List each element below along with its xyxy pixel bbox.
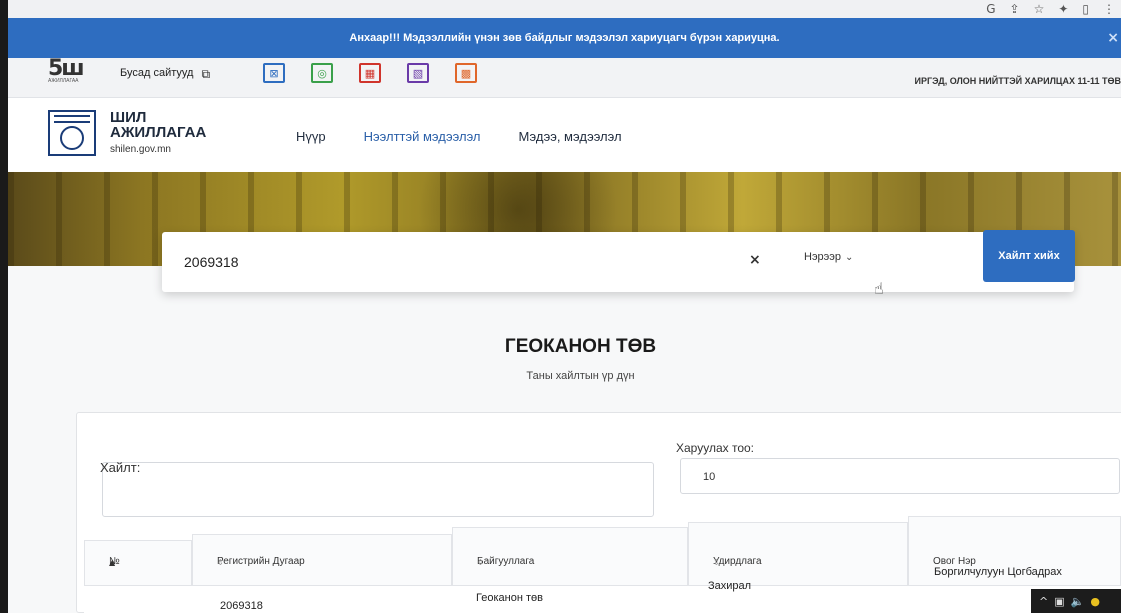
page-size-input[interactable]: 10 bbox=[680, 458, 1120, 494]
chevron-up-icon[interactable]: ^ bbox=[1039, 595, 1048, 608]
menu-icon[interactable]: ⋮ bbox=[1103, 2, 1115, 16]
table-row[interactable]: 2069318 Геоканон төв Захирал Боргилчулуу… bbox=[84, 566, 1121, 613]
cell-organization: Геоканон төв bbox=[476, 592, 543, 604]
filter-search-input[interactable] bbox=[102, 462, 654, 517]
alert-text: Анхаар!!! Мэдээллийн үнэн зөв байдлыг мэ… bbox=[349, 32, 780, 44]
chevron-down-icon: ⌄ bbox=[845, 251, 854, 263]
quick-links: ⊠ ◎ ▦ ▧ ▩ bbox=[263, 63, 477, 83]
quick-icon-5[interactable]: ▩ bbox=[455, 63, 477, 83]
quick-icon-3[interactable]: ▦ bbox=[359, 63, 381, 83]
col-register[interactable]: Регистрийн Дугаар ⇕ bbox=[192, 534, 452, 586]
main-nav: Нүүр Нээлттэй мэдээлэл Мэдээ, мэдээлэл bbox=[296, 129, 622, 144]
quick-icon-2[interactable]: ◎ bbox=[311, 63, 333, 83]
cell-management: Захирал bbox=[708, 580, 752, 592]
sort-icon: ⇕ bbox=[477, 558, 484, 567]
site-header: ШИЛ АЖИЛЛАГАА shilen.gov.mn Нүүр Нээлттэ… bbox=[8, 98, 1121, 172]
close-icon[interactable]: × bbox=[1107, 30, 1119, 46]
system-tray: ^ ▣ 🔈 ● bbox=[1031, 589, 1121, 613]
search-bar: 2069318 × Нэрээр ⌄ bbox=[162, 232, 1074, 292]
status-icon[interactable]: ● bbox=[1090, 595, 1100, 608]
brand-domain: shilen.gov.mn bbox=[110, 144, 171, 155]
search-button[interactable]: Хайлт хийх bbox=[983, 230, 1075, 282]
hand-cursor-icon: ☝ bbox=[874, 279, 884, 298]
alert-banner: Анхаар!!! Мэдээллийн үнэн зөв байдлыг мэ… bbox=[8, 18, 1121, 58]
browser-screen: G ⇪ ☆ ✦ ▯ ⋮ Анхаар!!! Мэдээллийн үнэн зө… bbox=[8, 0, 1121, 613]
cell-register: 2069318 bbox=[220, 600, 263, 612]
sidepanel-icon[interactable]: ▯ bbox=[1082, 2, 1089, 16]
page-size-label: Харуулах тоо: bbox=[676, 441, 755, 455]
google-icon[interactable]: G bbox=[986, 2, 995, 16]
hotline-text[interactable]: ИРГЭД, ОЛОН НИЙТТЭЙ ХАРИЛЦАХ 11-11 ТӨВ bbox=[915, 76, 1121, 86]
col-organization[interactable]: Байгууллага ⇕ bbox=[452, 527, 688, 586]
page-subtitle: Таны хайлтын үр дүн bbox=[526, 370, 635, 382]
other-sites-link[interactable]: Бусад сайтууд ⧉ bbox=[120, 67, 210, 82]
filter-search-label: Хайлт: bbox=[100, 460, 141, 475]
clear-icon[interactable]: × bbox=[749, 252, 761, 268]
volume-icon[interactable]: 🔈 bbox=[1071, 595, 1085, 608]
nav-home[interactable]: Нүүр bbox=[296, 129, 326, 144]
page-title: ГЕОКАНОН ТӨВ bbox=[504, 336, 657, 357]
sort-asc-icon: ▲ bbox=[109, 558, 116, 567]
share-icon[interactable]: ⇪ bbox=[1010, 2, 1020, 16]
network-icon[interactable]: ▣ bbox=[1054, 595, 1064, 608]
nav-open-data[interactable]: Нээлттэй мэдээлэл bbox=[364, 129, 481, 144]
col-number[interactable]: № ▲ bbox=[84, 540, 192, 586]
sort-icon: ⇕ bbox=[217, 558, 224, 567]
extensions-icon[interactable]: ✦ bbox=[1058, 2, 1068, 16]
search-input[interactable]: 2069318 bbox=[184, 254, 239, 270]
search-mode-dropdown[interactable]: Нэрээр ⌄ bbox=[804, 251, 853, 263]
anniversary-logo[interactable]: 5ш АЖИЛЛАГАА bbox=[48, 56, 98, 86]
nav-news[interactable]: Мэдээ, мэдээлэл bbox=[519, 129, 622, 144]
brand-emblem-icon bbox=[48, 110, 96, 156]
external-link-icon: ⧉ bbox=[201, 67, 211, 81]
quick-icon-4[interactable]: ▧ bbox=[407, 63, 429, 83]
col-management[interactable]: Удирдлага ⇕ bbox=[688, 522, 908, 586]
top-utility-bar: 5ш АЖИЛЛАГАА Бусад сайтууд ⧉ ⊠ ◎ ▦ ▧ ▩ И… bbox=[8, 56, 1121, 98]
star-icon[interactable]: ☆ bbox=[1034, 2, 1045, 16]
sort-icon: ⇕ bbox=[713, 558, 720, 567]
quick-icon-1[interactable]: ⊠ bbox=[263, 63, 285, 83]
